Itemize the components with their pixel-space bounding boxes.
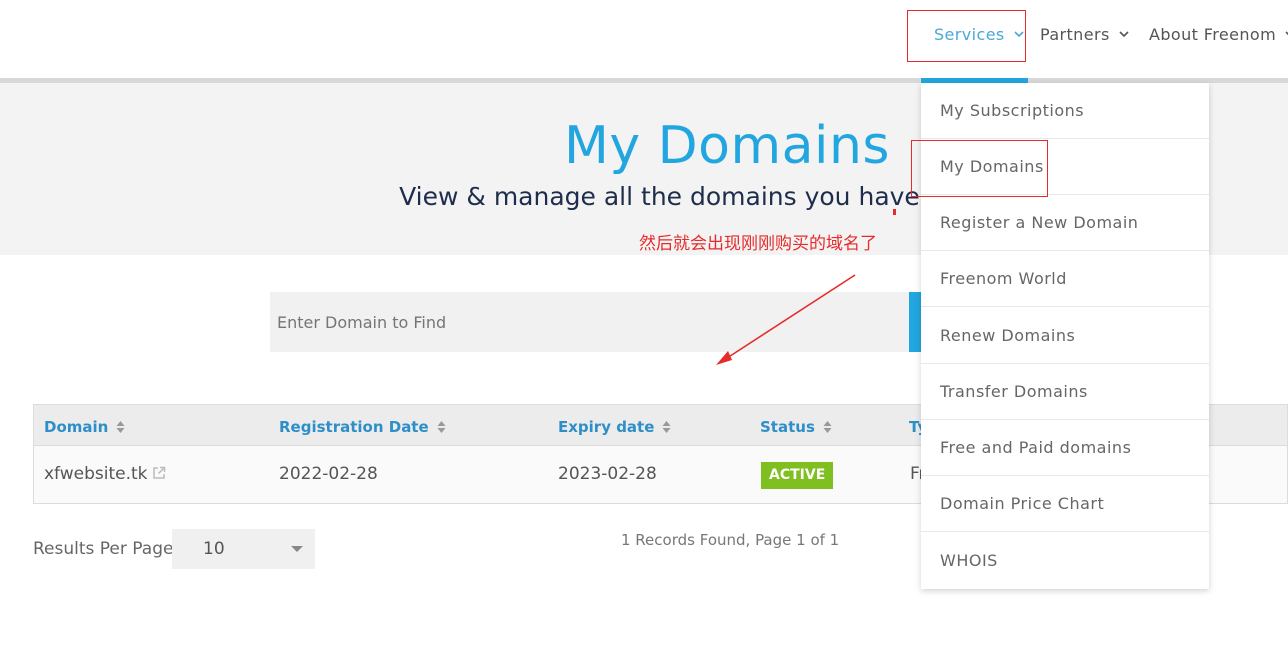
domain-search-input[interactable] (270, 292, 910, 352)
results-per-page-value: 10 (203, 539, 225, 559)
column-status[interactable]: Status (760, 418, 832, 436)
records-found-text: 1 Records Found, Page 1 of 1 (621, 531, 840, 549)
page: Services Partners About Freenom My Domai… (0, 0, 1288, 664)
column-expiry-date[interactable]: Expiry date (558, 418, 671, 436)
registration-date-cell: 2022-02-28 (279, 464, 378, 484)
chevron-down-icon (1119, 31, 1129, 38)
menu-item-freenom-world[interactable]: Freenom World (921, 251, 1209, 307)
menu-item-free-and-paid-domains[interactable]: Free and Paid domains (921, 420, 1209, 476)
annotation-text: 然后就会出现刚刚购买的域名了 (639, 234, 877, 254)
menu-item-my-subscriptions[interactable]: My Subscriptions (921, 83, 1209, 139)
nav-partners[interactable]: Partners (1040, 22, 1130, 46)
expiry-date-cell: 2023-02-28 (558, 464, 657, 484)
sort-icon (116, 421, 125, 433)
column-expiry-date-label: Expiry date (558, 418, 655, 436)
results-per-page-label: Results Per Page: (33, 539, 180, 559)
highlight-box-my-domains (911, 140, 1048, 197)
column-domain[interactable]: Domain (44, 418, 125, 436)
nav-about-label: About Freenom (1149, 24, 1277, 44)
domain-link[interactable]: xfwebsite.tk (44, 464, 148, 484)
caret-down-icon (291, 546, 303, 552)
column-status-label: Status (760, 418, 815, 436)
menu-item-whois[interactable]: WHOIS (921, 533, 1209, 589)
results-per-page-select[interactable]: 10 (172, 529, 315, 569)
nav-partners-label: Partners (1040, 24, 1110, 44)
menu-item-domain-price-chart[interactable]: Domain Price Chart (921, 476, 1209, 532)
column-domain-label: Domain (44, 418, 109, 436)
column-registration-date-label: Registration Date (279, 418, 429, 436)
sort-icon (662, 421, 671, 433)
column-registration-date[interactable]: Registration Date (279, 418, 446, 436)
top-navigation: Services Partners About Freenom (0, 0, 1288, 78)
sort-icon (437, 421, 446, 433)
sort-icon (823, 421, 832, 433)
external-link-icon[interactable] (152, 466, 166, 480)
menu-item-transfer-domains[interactable]: Transfer Domains (921, 364, 1209, 420)
domain-cell[interactable]: xfwebsite.tk (44, 464, 166, 484)
status-badge: ACTIVE (761, 462, 834, 489)
menu-item-register-new-domain[interactable]: Register a New Domain (921, 195, 1209, 251)
highlight-box-services (907, 10, 1026, 62)
chevron-down-icon (1285, 31, 1288, 36)
nav-about[interactable]: About Freenom (1149, 22, 1288, 46)
menu-item-renew-domains[interactable]: Renew Domains (921, 308, 1209, 364)
